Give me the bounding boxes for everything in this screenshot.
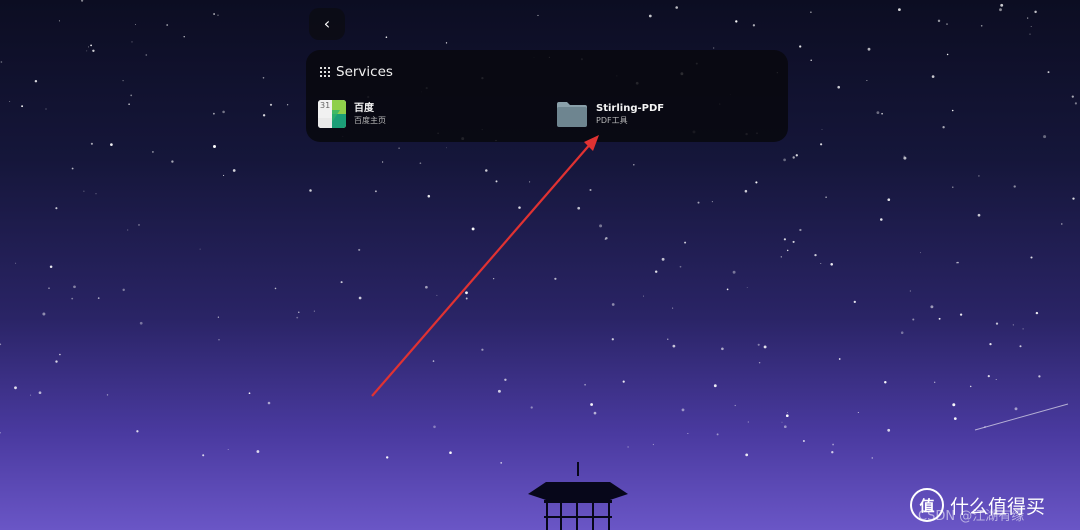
- tower-silhouette: [528, 462, 628, 530]
- annotation-arrow: [371, 135, 599, 397]
- watermark-sub: CSDN @江湖有缘: [918, 509, 1025, 524]
